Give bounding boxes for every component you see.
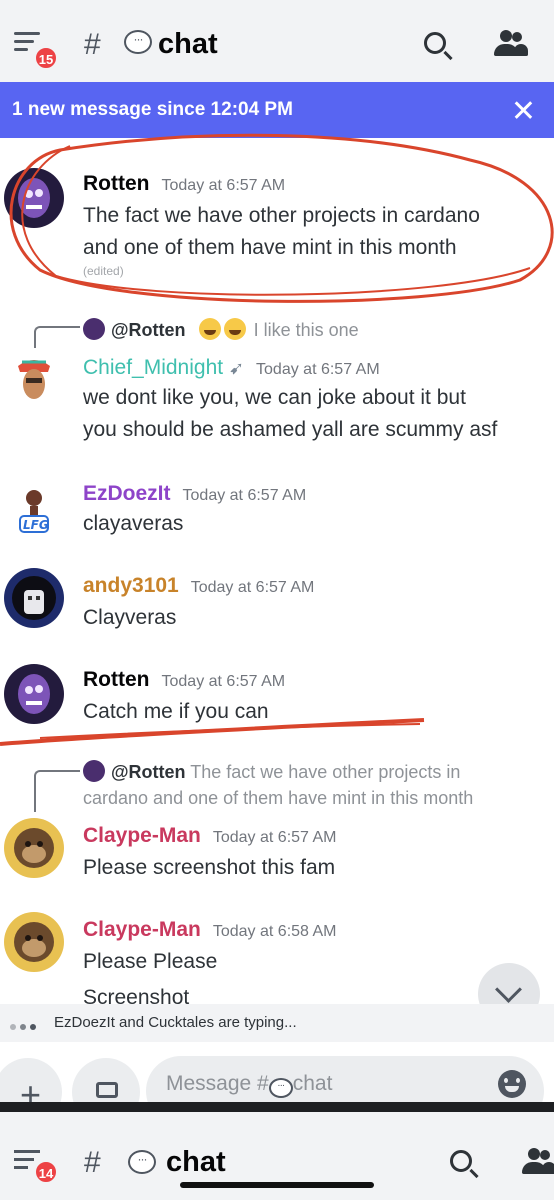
message-text: clayaveras: [83, 512, 184, 535]
message-timestamp: Today at 6:57 AM: [161, 673, 286, 690]
reply-preview[interactable]: @Rotten I like this one: [83, 318, 359, 341]
message[interactable]: Rotten Today at 6:57 AM Catch me if you c…: [0, 658, 554, 738]
laughing-emoji-icon: [223, 318, 246, 340]
message-timestamp: Today at 6:57 AM: [212, 829, 337, 846]
message-author[interactable]: andy3101 Today at 6:57 AM: [83, 574, 314, 598]
channel-hash-icon: #: [84, 28, 101, 61]
screenshot-divider: [0, 1102, 554, 1112]
unread-badge: 15: [34, 46, 58, 70]
reply-preview[interactable]: @Rotten The fact we have other projects …: [83, 760, 460, 783]
typing-indicator: EzDoezIt and Cucktales are typing...: [0, 1004, 554, 1042]
avatar[interactable]: [4, 664, 64, 724]
message-author[interactable]: Claype-Man Today at 6:57 AM: [83, 824, 337, 848]
message[interactable]: @Rotten The fact we have other projects …: [0, 756, 554, 896]
message-timestamp: Today at 6:57 AM: [161, 177, 286, 194]
typing-text: EzDoezIt and Cucktales are typing...: [54, 1014, 297, 1031]
reply-mention: @Rotten: [111, 762, 186, 782]
reply-text: I like this one: [253, 320, 359, 340]
typing-dots-icon: [10, 1017, 40, 1034]
gift-icon: [96, 1082, 118, 1098]
channel-hash-icon: #: [84, 1146, 101, 1179]
edited-label: (edited): [83, 264, 124, 278]
message[interactable]: Rotten Today at 6:57 AM The fact we have …: [0, 160, 554, 290]
new-messages-banner[interactable]: 1 new message since 12:04 PM ✕: [0, 82, 554, 138]
search-icon[interactable]: [450, 1150, 472, 1172]
shark-icon: ➹: [228, 358, 245, 378]
message[interactable]: LFG EzDoezIt Today at 6:57 AM clayaveras: [0, 470, 554, 550]
reply-spine: [34, 770, 80, 812]
message-composer: + Message # ··· chat: [0, 1042, 554, 1102]
message[interactable]: andy3101 Today at 6:57 AM Clayveras: [0, 564, 554, 644]
message-timestamp: Today at 6:57 AM: [256, 361, 380, 378]
message-timestamp: Today at 6:58 AM: [212, 923, 337, 940]
reply-text: The fact we have other projects in: [190, 762, 461, 782]
message-timestamp: Today at 6:57 AM: [190, 579, 315, 596]
message[interactable]: Claype-Man Today at 6:58 AM Please Please…: [0, 906, 554, 1009]
channel-name[interactable]: chat: [158, 28, 218, 61]
reply-avatar: [83, 760, 105, 782]
laughing-emoji-icon: [198, 318, 221, 340]
message-text: The fact we have other projects in carda…: [83, 204, 480, 227]
message-text: Please Please: [83, 950, 218, 973]
search-icon[interactable]: [424, 32, 446, 54]
home-indicator: [180, 1182, 374, 1188]
avatar[interactable]: [4, 568, 64, 628]
avatar[interactable]: [4, 818, 64, 878]
gift-button[interactable]: [72, 1058, 140, 1102]
avatar[interactable]: [4, 348, 64, 408]
message-author[interactable]: EzDoezIt Today at 6:57 AM: [83, 482, 306, 506]
chat-screen: 15 # ··· chat 1 new message since 12:04 …: [0, 0, 554, 1102]
speech-bubble-icon: ···: [128, 1150, 156, 1174]
speech-bubble-icon: ···: [268, 1078, 293, 1098]
members-icon[interactable]: [522, 1148, 554, 1176]
message-timestamp: Today at 6:57 AM: [182, 487, 307, 504]
reply-avatar: [83, 318, 105, 340]
reply-text: cardano and one of them have mint in thi…: [83, 788, 474, 808]
add-attachment-button[interactable]: +: [0, 1058, 62, 1102]
message-author[interactable]: Rotten Today at 6:57 AM: [83, 668, 285, 692]
message-placeholder: Message # ··· chat: [166, 1072, 332, 1098]
message-author[interactable]: Rotten Today at 6:57 AM: [83, 172, 285, 196]
members-icon[interactable]: [494, 30, 528, 58]
message-text: Catch me if you can: [83, 700, 269, 723]
message-text: and one of them have mint in this month: [83, 236, 457, 259]
message-text: Please screenshot this fam: [83, 856, 336, 879]
channel-name[interactable]: chat: [166, 1146, 226, 1179]
plus-icon: +: [20, 1074, 42, 1102]
avatar[interactable]: LFG: [4, 478, 64, 538]
message-input[interactable]: Message # ··· chat: [146, 1056, 544, 1102]
avatar[interactable]: [4, 912, 64, 972]
unread-badge: 14: [34, 1160, 58, 1184]
message-text: Clayveras: [83, 606, 177, 629]
new-messages-text: 1 new message since 12:04 PM: [12, 99, 293, 120]
emoji-icon[interactable]: [498, 1070, 526, 1098]
svg-text:LFG: LFG: [23, 518, 49, 532]
message-text: we dont like you, we can joke about it b…: [83, 386, 466, 409]
message[interactable]: @Rotten I like this one Chief_Midnight ➹…: [0, 312, 554, 452]
reply-mention: @Rotten: [111, 320, 186, 340]
message-text: you should be ashamed yall are scummy as…: [83, 418, 498, 441]
avatar[interactable]: [4, 168, 64, 228]
message-author[interactable]: Chief_Midnight ➹ Today at 6:57 AM: [83, 356, 380, 380]
speech-bubble-icon: ···: [124, 30, 152, 54]
channel-header: 15 # ··· chat: [0, 0, 554, 82]
message-author[interactable]: Claype-Man Today at 6:58 AM: [83, 918, 337, 942]
close-icon[interactable]: ✕: [511, 94, 536, 129]
